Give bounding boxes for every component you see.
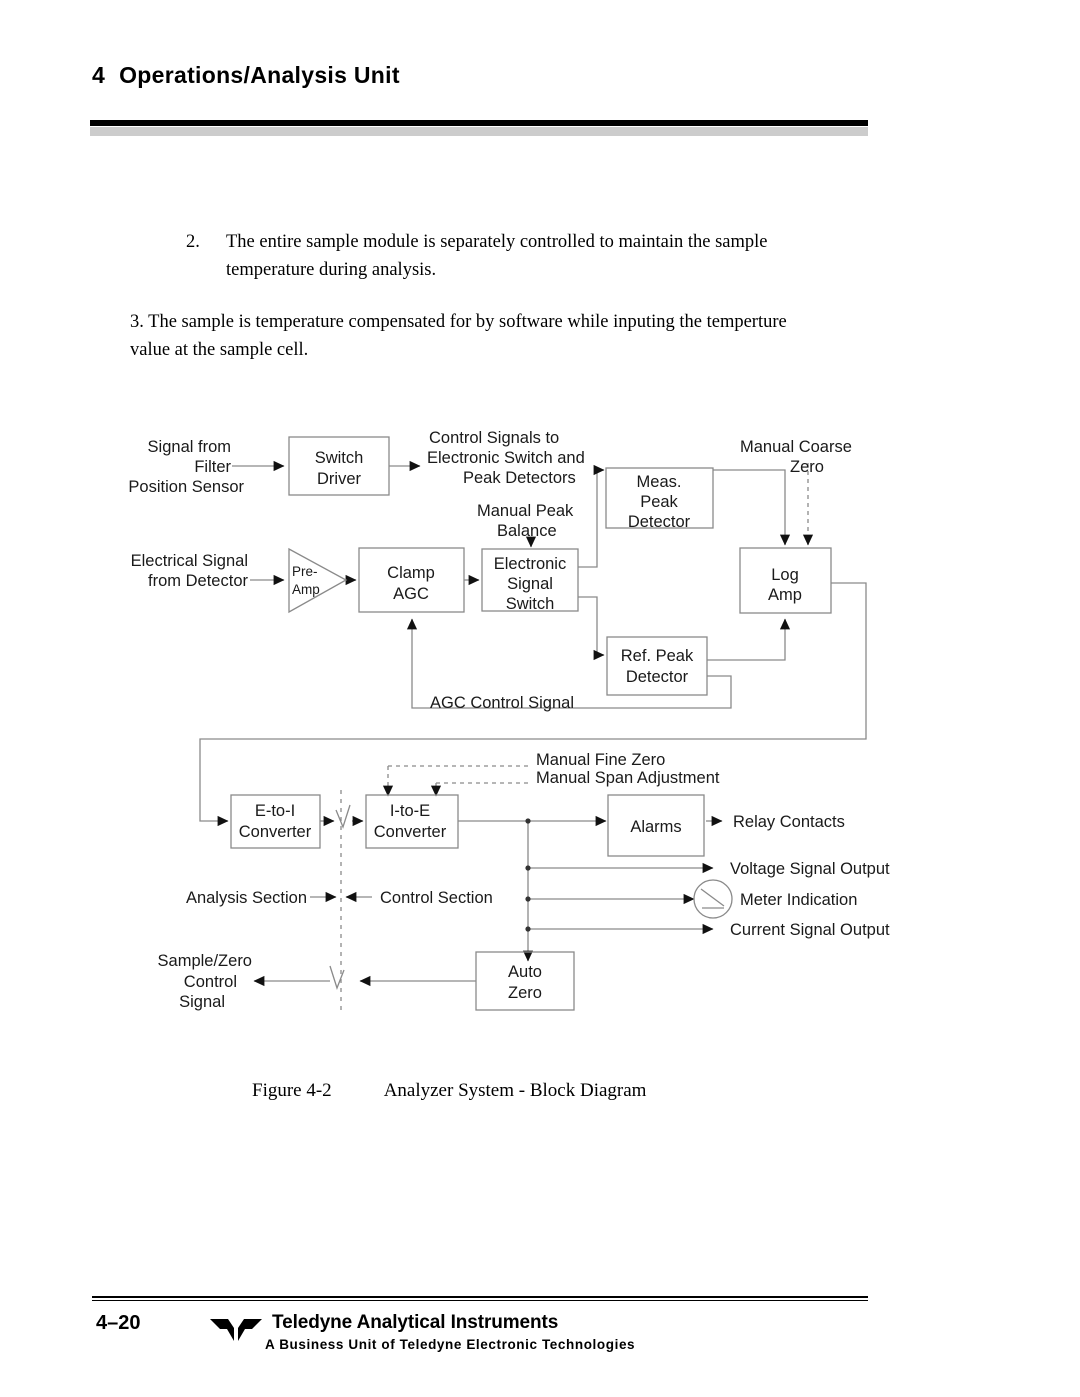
auto-zero-line1: Auto [508,963,542,981]
pre-amp-line1: Pre- [292,564,318,579]
label-control-signals-line1: Control Signals to [429,429,559,447]
header-rule-gray [90,127,868,136]
footer-rule-bottom [92,1300,868,1301]
chapter-number: 4 [92,62,106,88]
log-amp-line1: Log [771,566,799,584]
meas-peak-line1: Meas. [637,473,682,491]
box-i-to-e-converter [365,794,459,849]
switch-driver-line1: Switch [315,449,364,467]
figure-caption: Figure 4-2 Analyzer System - Block Diagra… [252,1080,646,1102]
wire-refpeak-to-logamp [707,618,791,661]
ref-peak-line1: Ref. Peak [621,647,694,665]
box-meas-peak-detector [605,467,714,529]
label-relay-contacts: Relay Contacts [733,813,845,831]
label-current-output: Current Signal Output [730,921,890,939]
page-title: 4 Operations/Analysis Unit [92,62,400,89]
label-samplezero-line1: Sample/Zero [158,952,252,970]
i-to-e-line2: Converter [374,823,447,841]
wire-ess-to-refpeak [578,596,605,661]
label-samplezero-line2: Control [184,973,237,991]
box-ref-peak-detector [606,636,708,696]
box-e-to-i-converter [230,794,321,849]
header-rule-black [90,120,868,126]
meas-peak-line2: Peak [640,493,678,511]
wire-logamp-to-etoi [199,582,867,827]
symbol-pre-amp-triangle [288,547,348,614]
label-electrical-line1: Electrical Signal [131,552,248,570]
label-agc-control: AGC Control Signal [430,694,574,712]
ess-line3: Switch [506,595,555,613]
block-diagram: Switch Driver Clamp AGC Electronic Signa… [0,0,1080,1397]
ess-line1: Electronic [494,555,566,573]
e-to-i-line1: E-to-I [255,802,295,820]
bus-junctions [525,818,531,932]
switch-driver-line2: Driver [317,470,362,488]
box-electronic-signal-switch [481,548,579,612]
label-filter-line1: Signal from [148,438,231,456]
page-number: 4–20 [96,1312,141,1334]
teledyne-logo-icon [210,1319,262,1341]
label-control-section: Control Section [380,889,493,907]
list-item-2-marker: 2. [186,232,200,252]
meas-peak-line3: Detector [628,513,691,531]
clamp-agc-line1: Clamp [387,564,435,582]
company-name: Teledyne Analytical Instruments [272,1312,559,1333]
company-tagline: A Business Unit of Teledyne Electronic T… [265,1337,636,1352]
label-control-signals-line3: Peak Detectors [463,469,576,487]
auto-zero-line2: Zero [508,984,542,1002]
e-to-i-line2: Converter [239,823,312,841]
label-filter-line3: Position Sensor [128,478,244,496]
box-switch-driver [288,436,390,496]
list-item-2-text: The entire sample module is separately c… [226,232,768,280]
label-coarse-zero-line2: Zero [790,458,824,476]
clamp-agc-line2: AGC [393,585,429,603]
label-voltage-output: Voltage Signal Output [730,860,890,878]
label-control-signals-line2: Electronic Switch and [427,449,585,467]
log-amp-line2: Amp [768,586,802,604]
i-to-e-line1: I-to-E [390,802,430,820]
label-manual-fine-zero: Manual Fine Zero [536,751,665,769]
break-symbol-upper [335,804,351,829]
label-coarse-zero-line1: Manual Coarse [740,438,852,456]
symbol-meter-circle [693,879,733,919]
label-electrical-line2: from Detector [148,572,248,590]
chapter-title: Operations/Analysis Unit [119,62,400,88]
label-peak-balance-line2: Balance [497,522,557,540]
label-manual-span: Manual Span Adjustment [536,769,720,787]
label-peak-balance-line1: Manual Peak [477,502,574,520]
label-meter-indication: Meter Indication [740,891,857,909]
list-item-2: 2. The entire sample module is separatel… [186,228,786,284]
label-filter-line2: Filter [194,458,231,476]
ref-peak-line2: Detector [626,668,689,686]
label-analysis-section: Analysis Section [186,889,307,907]
box-alarms [607,794,705,857]
wire-agc-control-signal [406,618,732,709]
symbol-meter-needle [700,888,725,907]
ess-line2: Signal [507,575,553,593]
figure-caption-title: Analyzer System - Block Diagram [383,1080,647,1101]
alarms-label: Alarms [630,818,681,836]
wire-measpeak-to-logamp [713,469,791,546]
pre-amp-line2: Amp [292,582,320,597]
list-item-3: 3. The sample is temperature compensated… [130,308,810,364]
box-log-amp [739,547,832,614]
wire-ess-to-measpeak [578,464,605,568]
label-samplezero-line3: Signal [179,993,225,1011]
box-auto-zero [475,951,575,1011]
list-item-3-text: 3. The sample is temperature compensated… [130,312,787,360]
figure-caption-label: Figure 4-2 [252,1080,332,1101]
box-clamp-agc [358,547,465,613]
break-symbol-lower [329,965,345,990]
footer-rule-top [92,1296,868,1298]
